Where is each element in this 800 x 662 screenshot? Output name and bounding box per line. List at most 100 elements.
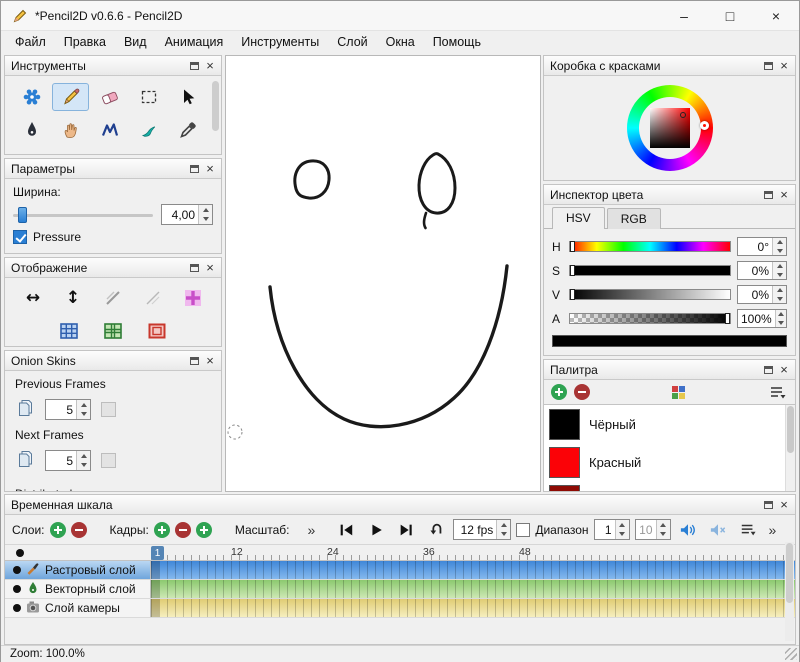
value-spinbox[interactable]: 0% [737,285,787,304]
menu-layer[interactable]: Слой [328,33,376,51]
mirror-vertical-icon[interactable]: ↕ [58,285,88,311]
minimize-button[interactable]: – [661,1,707,30]
thin-lines-icon[interactable] [98,285,128,311]
previous-frames-spinbox[interactable]: 5 [45,399,91,420]
color-swatch[interactable] [549,447,580,478]
close-button[interactable]: × [753,1,799,30]
spin-up-button[interactable] [657,520,670,530]
resize-grip[interactable] [785,648,797,660]
palette-item[interactable]: Красный [544,443,795,481]
alpha-slider[interactable] [569,313,731,324]
keyframe-cell[interactable] [151,580,159,598]
tools-scrollbar[interactable] [211,79,220,150]
spin-up-button[interactable] [773,238,786,247]
alpha-spinbox[interactable]: 100% [737,309,787,328]
palette-item[interactable] [544,481,795,491]
pen-tool[interactable] [13,116,50,144]
layer-track-vector[interactable] [151,580,795,598]
value-slider[interactable] [569,289,731,300]
range-checkbox[interactable] [516,523,530,537]
overflow-left-chevron[interactable]: » [305,522,319,538]
saturation-slider[interactable] [569,265,731,276]
spin-up-button[interactable] [199,205,212,215]
range-end-spinbox[interactable]: 10 [635,519,671,540]
duplicate-frame-button[interactable] [196,522,212,538]
polyline-tool[interactable] [91,116,128,144]
saturation-spinbox[interactable]: 0% [737,261,787,280]
play-button[interactable] [363,519,388,541]
width-slider[interactable] [13,206,153,224]
range-start-spinbox[interactable]: 1 [594,519,630,540]
previous-color-chip[interactable] [101,402,116,417]
spin-down-button[interactable] [773,247,786,256]
overlay-golden-icon[interactable] [98,318,128,344]
next-frames-spinbox[interactable]: 5 [45,450,91,471]
keyframe-cell[interactable] [151,561,159,579]
spin-down-button[interactable] [773,295,786,304]
palette-menu-icon[interactable] [766,382,788,402]
spin-down-button[interactable] [616,530,629,540]
layer-track-raster[interactable] [151,561,795,579]
remove-color-button[interactable] [574,384,590,400]
layer-header-raster[interactable]: Растровый слой [5,561,151,579]
float-panel-icon[interactable] [760,187,776,203]
timeline-scrollbar[interactable] [785,542,794,641]
spin-down-button[interactable] [657,530,670,540]
close-panel-icon[interactable]: × [776,497,792,513]
close-panel-icon[interactable]: × [776,58,792,74]
hue-slider[interactable] [569,241,731,252]
menu-animation[interactable]: Анимация [156,33,233,51]
fps-spinbox[interactable]: 12 fps [453,519,511,540]
keyframe-cell[interactable] [151,599,159,617]
overlay-safe-areas-icon[interactable] [142,318,172,344]
hand-tool[interactable] [52,116,89,144]
menu-tools[interactable]: Инструменты [232,33,328,51]
add-color-button[interactable] [551,384,567,400]
overflow-right-chevron[interactable]: » [766,522,780,538]
close-panel-icon[interactable]: × [202,260,218,276]
spin-down-button[interactable] [497,530,510,540]
spin-up-button[interactable] [497,520,510,530]
timeline-ruler[interactable]: 1 12 24 36 48 [5,545,795,561]
spin-down-button[interactable] [776,319,786,328]
palette-item[interactable]: Чёрный [544,405,795,443]
visibility-dot[interactable] [13,585,21,593]
spin-down-button[interactable] [77,461,90,471]
drawing-canvas[interactable] [225,55,541,492]
spin-down-button[interactable] [199,215,212,225]
tab-hsv[interactable]: HSV [552,207,605,229]
saturation-value-square[interactable] [650,108,690,148]
spin-up-button[interactable] [773,262,786,271]
select-tool[interactable] [131,83,168,111]
palette-scrollbar[interactable] [785,405,795,491]
smudge-tool[interactable] [131,116,168,144]
mirror-horizontal-icon[interactable]: ↔ [18,285,48,311]
remove-frame-button[interactable] [175,522,191,538]
float-panel-icon[interactable] [186,353,202,369]
float-panel-icon[interactable] [760,362,776,378]
next-color-chip[interactable] [101,453,116,468]
visibility-dot[interactable] [13,566,21,574]
layer-header-vector[interactable]: Векторный слой [5,580,151,598]
loop-button[interactable] [423,519,448,541]
float-panel-icon[interactable] [186,260,202,276]
layer-track-camera[interactable] [151,599,795,617]
eyedropper-tool[interactable] [170,116,207,144]
layer-header-camera[interactable]: Слой камеры [5,599,151,617]
width-slider-handle[interactable] [18,207,27,223]
eraser-tool[interactable] [91,83,128,111]
menu-help[interactable]: Помощь [424,33,490,51]
spin-up-button[interactable] [773,286,786,295]
menu-edit[interactable]: Правка [55,33,115,51]
float-panel-icon[interactable] [760,497,776,513]
menu-windows[interactable]: Окна [377,33,424,51]
close-panel-icon[interactable]: × [202,58,218,74]
hue-indicator[interactable] [700,121,709,130]
float-panel-icon[interactable] [760,58,776,74]
maximize-button[interactable]: □ [707,1,753,30]
overlay-thirds-icon[interactable] [54,318,84,344]
spin-up-button[interactable] [776,310,786,319]
sound-on-icon[interactable] [676,519,701,541]
spin-down-button[interactable] [773,271,786,280]
color-swatch[interactable] [549,409,580,440]
